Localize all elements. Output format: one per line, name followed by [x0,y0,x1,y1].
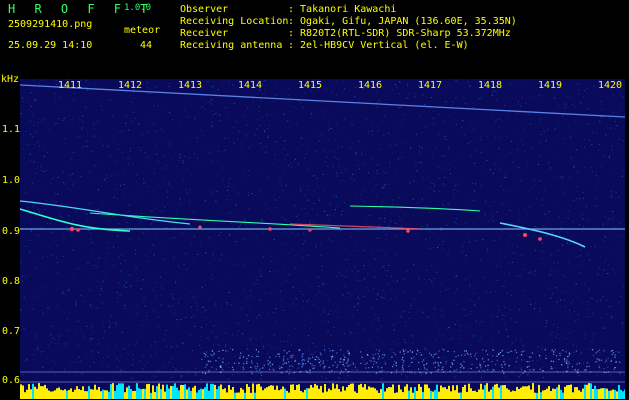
x-tick-label: 1412 [118,80,143,91]
app-version: 1.0.0 [124,3,152,13]
meteor-count: 44 [140,40,153,51]
x-tick-label: 1417 [418,80,443,91]
receiver-label: Receiver [180,28,229,39]
y-tick-label: 1.0 [2,175,21,186]
y-tick-label: 0.6 [2,375,21,386]
location-label: Receiving Location [180,16,289,27]
y-tick-label: 0.9 [2,226,21,237]
x-tick-label: 1420 [598,80,623,91]
spectrogram [20,79,625,399]
y-tick-label: 0.8 [2,276,21,287]
x-tick-label: 1416 [358,80,383,91]
x-tick-label: 1419 [538,80,563,91]
x-tick-label: 1415 [298,80,323,91]
antenna-label: Receiving antenna [180,40,283,51]
observer-value: : Takanori Kawachi [288,4,397,15]
observer-label: Observer [180,4,229,15]
x-tick-label: 1414 [238,80,263,91]
x-tick-label: 1413 [178,80,203,91]
date-time: 25.09.29 14:10 [8,40,93,51]
file-name: 2509291410.png [8,19,93,30]
receiver-value: : R820T2(RTL-SDR) SDR-Sharp 53.372MHz [288,28,511,39]
antenna-value: : 2el-HB9CV Vertical (el. E-W) [288,40,469,51]
meteor-label: meteor [124,25,161,36]
y-tick-label: 0.7 [2,326,21,337]
y-axis-unit: kHz [1,74,20,85]
x-tick-label: 1418 [478,80,503,91]
spectrogram-background [20,79,625,399]
y-tick-label: 1.1 [2,124,21,135]
location-value: : Ogaki, Gifu, JAPAN (136.60E, 35.35N) [288,16,517,27]
header-panel: H R O F F T 1.0.0 2509291410.png meteor … [0,0,629,72]
x-tick-label: 1411 [58,80,83,91]
